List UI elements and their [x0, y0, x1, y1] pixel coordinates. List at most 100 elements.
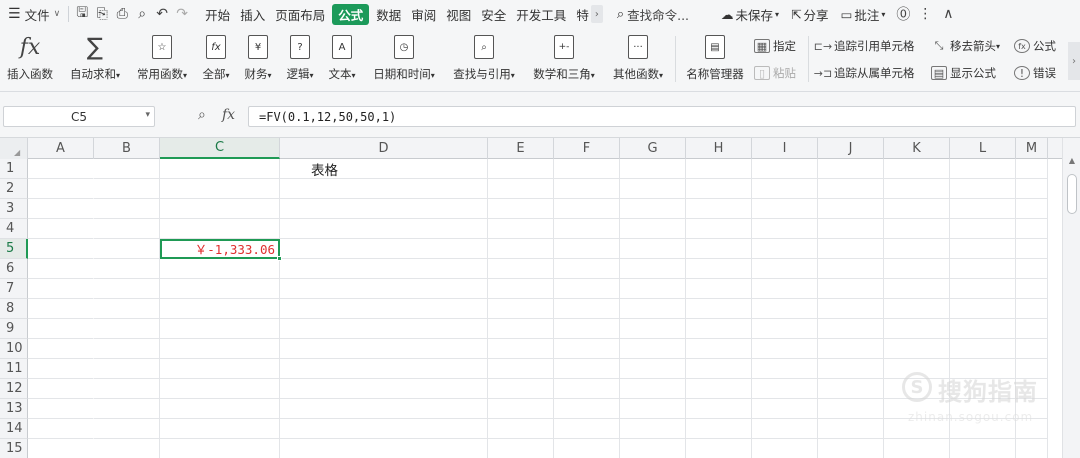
cell-l15[interactable]: [950, 439, 1016, 458]
cell-g8[interactable]: [620, 299, 686, 319]
row-header-3[interactable]: 3: [0, 199, 28, 219]
tab-data[interactable]: 数据: [371, 0, 406, 28]
show-formulas-button[interactable]: ▤ 显示公式: [931, 65, 996, 81]
cell-e5[interactable]: [488, 239, 554, 259]
ribbon-scroll-right-button[interactable]: ›: [1068, 42, 1080, 80]
cell-c8[interactable]: [160, 299, 280, 319]
cell-k4[interactable]: [884, 219, 950, 239]
cell-j4[interactable]: [818, 219, 884, 239]
cell-m6[interactable]: [1016, 259, 1048, 279]
cell-j1[interactable]: [818, 159, 884, 179]
more-tabs-button[interactable]: ›: [590, 5, 603, 23]
row-header-8[interactable]: 8: [0, 299, 28, 319]
cell-h1[interactable]: [686, 159, 752, 179]
cell-l6[interactable]: [950, 259, 1016, 279]
text-button[interactable]: A 文本▾: [324, 32, 360, 82]
cell-j2[interactable]: [818, 179, 884, 199]
cell-a8[interactable]: [28, 299, 94, 319]
formula-audit-button[interactable]: fx 公式: [1014, 38, 1056, 54]
cell-c1[interactable]: [160, 159, 280, 179]
cell-a4[interactable]: [28, 219, 94, 239]
column-header-d[interactable]: D: [280, 138, 488, 159]
cell-k9[interactable]: [884, 319, 950, 339]
scrollbar-thumb[interactable]: [1067, 174, 1077, 214]
cell-l12[interactable]: [950, 379, 1016, 399]
cell-j8[interactable]: [818, 299, 884, 319]
row-header-13[interactable]: 13: [0, 399, 28, 419]
cell-d12[interactable]: [280, 379, 488, 399]
cell-e8[interactable]: [488, 299, 554, 319]
trace-precedents-button[interactable]: ⊏→ 追踪引用单元格: [814, 38, 915, 54]
cell-g5[interactable]: [620, 239, 686, 259]
cell-b9[interactable]: [94, 319, 160, 339]
cell-h12[interactable]: [686, 379, 752, 399]
cell-h15[interactable]: [686, 439, 752, 458]
cell-a3[interactable]: [28, 199, 94, 219]
cell-k11[interactable]: [884, 359, 950, 379]
cell-g7[interactable]: [620, 279, 686, 299]
vertical-scrollbar[interactable]: ▲: [1062, 138, 1080, 458]
print-preview-icon[interactable]: ⌕: [132, 0, 152, 28]
cell-a14[interactable]: [28, 419, 94, 439]
cell-a6[interactable]: [28, 259, 94, 279]
cell-l14[interactable]: [950, 419, 1016, 439]
cell-l2[interactable]: [950, 179, 1016, 199]
unsaved-button[interactable]: ☁ 未保存 ▾: [715, 0, 785, 28]
cell-g12[interactable]: [620, 379, 686, 399]
cell-d13[interactable]: [280, 399, 488, 419]
cell-b2[interactable]: [94, 179, 160, 199]
cell-b12[interactable]: [94, 379, 160, 399]
cell-e1[interactable]: [488, 159, 554, 179]
cell-g3[interactable]: [620, 199, 686, 219]
cell-e2[interactable]: [488, 179, 554, 199]
cell-j11[interactable]: [818, 359, 884, 379]
math-button[interactable]: +- 数学和三角▾: [526, 32, 602, 82]
tab-developer[interactable]: 开发工具: [511, 0, 571, 28]
cell-h6[interactable]: [686, 259, 752, 279]
cell-m5[interactable]: [1016, 239, 1048, 259]
cell-h3[interactable]: [686, 199, 752, 219]
cell-e9[interactable]: [488, 319, 554, 339]
cell-i12[interactable]: [752, 379, 818, 399]
cell-e4[interactable]: [488, 219, 554, 239]
tab-review[interactable]: 审阅: [406, 0, 441, 28]
cell-f15[interactable]: [554, 439, 620, 458]
name-box[interactable]: C5 ▾: [3, 106, 155, 127]
cell-f9[interactable]: [554, 319, 620, 339]
cell-d10[interactable]: [280, 339, 488, 359]
cell-g9[interactable]: [620, 319, 686, 339]
cell-f13[interactable]: [554, 399, 620, 419]
cell-l8[interactable]: [950, 299, 1016, 319]
cell-m7[interactable]: [1016, 279, 1048, 299]
cell-a10[interactable]: [28, 339, 94, 359]
cell-j7[interactable]: [818, 279, 884, 299]
cell-l5[interactable]: [950, 239, 1016, 259]
remove-arrows-button[interactable]: ⤡ 移去箭头 ▾: [931, 38, 1000, 54]
cell-f3[interactable]: [554, 199, 620, 219]
datetime-button[interactable]: ◷ 日期和时间▾: [366, 32, 442, 82]
cell-i8[interactable]: [752, 299, 818, 319]
cell-k2[interactable]: [884, 179, 950, 199]
cell-k13[interactable]: [884, 399, 950, 419]
cell-f10[interactable]: [554, 339, 620, 359]
cell-m14[interactable]: [1016, 419, 1048, 439]
column-header-i[interactable]: I: [752, 138, 818, 159]
column-header-j[interactable]: J: [818, 138, 884, 159]
row-header-12[interactable]: 12: [0, 379, 28, 399]
column-header-a[interactable]: A: [28, 138, 94, 159]
cell-f14[interactable]: [554, 419, 620, 439]
cell-e13[interactable]: [488, 399, 554, 419]
cell-d6[interactable]: [280, 259, 488, 279]
cell-a7[interactable]: [28, 279, 94, 299]
cell-b8[interactable]: [94, 299, 160, 319]
cell-e15[interactable]: [488, 439, 554, 458]
cell-i10[interactable]: [752, 339, 818, 359]
cell-f1[interactable]: [554, 159, 620, 179]
file-menu-button[interactable]: ☰ 文件 ∨: [0, 0, 65, 28]
cell-k15[interactable]: [884, 439, 950, 458]
cell-d11[interactable]: [280, 359, 488, 379]
cell-l13[interactable]: [950, 399, 1016, 419]
export-icon[interactable]: ⎘: [92, 0, 112, 28]
cell-a13[interactable]: [28, 399, 94, 419]
cell-i3[interactable]: [752, 199, 818, 219]
